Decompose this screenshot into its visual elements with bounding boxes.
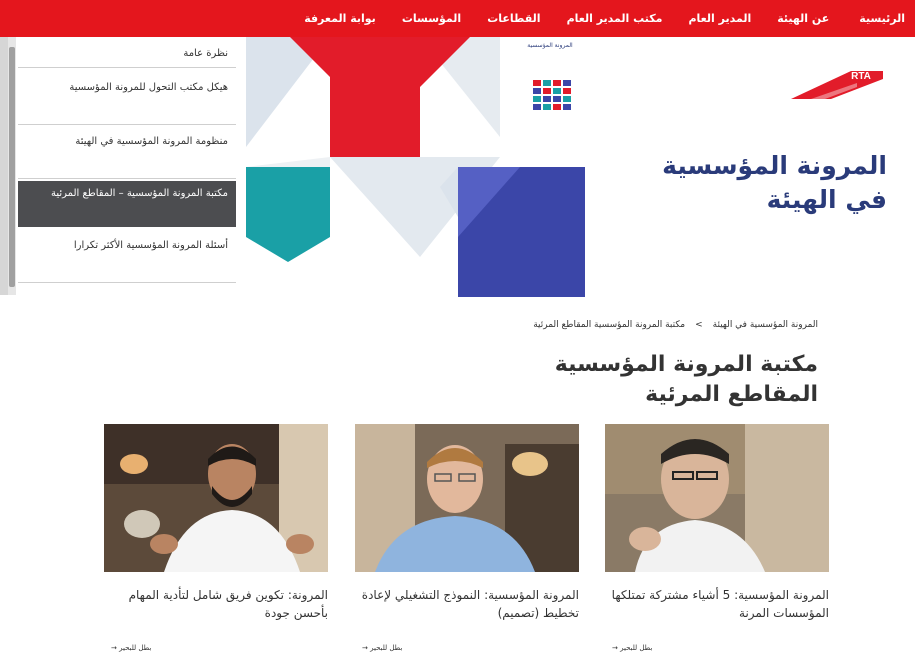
nav-knowledge-portal[interactable]: بوابة المعرفة: [304, 12, 376, 25]
side-menu-scrollbar[interactable]: [8, 37, 16, 295]
top-navigation: الرئيسية عن الهيئة المدير العام مكتب الم…: [0, 0, 915, 37]
page-title: مكتبة المرونة المؤسسية المقاطع المرئية: [554, 352, 818, 407]
side-menu: نظرة عامة هيكل مكتب التحول للمرونة المؤس…: [0, 37, 246, 295]
video-thumbnail[interactable]: [605, 424, 829, 572]
side-menu-item-overview[interactable]: نظرة عامة: [18, 41, 236, 68]
side-menu-item-office-structure[interactable]: هيكل مكتب التحول للمرونة المؤسسية: [18, 75, 236, 125]
video-thumbnail-image: [605, 424, 829, 572]
video-card-title[interactable]: المرونة المؤسسية: 5 أشياء مشتركة تمتلكها…: [605, 586, 829, 624]
nav-home[interactable]: الرئيسية: [859, 12, 905, 25]
side-menu-item-video-library[interactable]: مكتبة المرونة المؤسسية – المقاطع المرئية: [18, 181, 236, 227]
side-menu-item-system[interactable]: منظومة المرونة المؤسسية في الهيئة: [18, 129, 236, 179]
nav-director-general[interactable]: المدير العام: [688, 12, 751, 25]
video-card[interactable]: المرونة: تكوين فريق شامل لتأدية المهام ب…: [104, 424, 328, 624]
video-thumbnail[interactable]: [355, 424, 579, 572]
video-card[interactable]: المرونة المؤسسية: النموذج التشغيلي لإعاد…: [355, 424, 579, 624]
video-card-link[interactable]: بطل للبحير →: [111, 644, 151, 652]
video-thumbnail-image: [355, 424, 579, 572]
breadcrumb-separator: >: [695, 320, 703, 330]
video-card-link[interactable]: بطل للبحير →: [612, 644, 652, 652]
breadcrumb-link-resilience[interactable]: المرونة المؤسسية في الهيئة: [713, 320, 818, 330]
hero-title: المرونة المؤسسية في الهيئة: [662, 151, 887, 214]
nav-sectors[interactable]: القطاعات: [487, 12, 540, 25]
breadcrumb: المرونة المؤسسية في الهيئة > مكتبة المرو…: [533, 320, 818, 330]
rta-logo: RTA: [791, 71, 883, 99]
video-card-title[interactable]: المرونة المؤسسية: النموذج التشغيلي لإعاد…: [355, 586, 579, 624]
nav-dg-office[interactable]: مكتب المدير العام: [567, 12, 663, 25]
nav-about[interactable]: عن الهيئة: [777, 12, 829, 25]
rta-logo-text: RTA: [851, 71, 871, 82]
side-menu-item-faq[interactable]: أسئلة المرونة المؤسسية الأكثر تكرارا: [18, 233, 236, 283]
video-thumbnail-image: [104, 424, 328, 572]
resilience-badge: المرونة المؤسسية: [520, 42, 580, 122]
video-card-link[interactable]: بطل للبحير →: [362, 644, 402, 652]
breadcrumb-current: مكتبة المرونة المؤسسية المقاطع المرئية: [533, 320, 686, 330]
badge-label: المرونة المؤسسية: [527, 42, 573, 49]
scrollbar-thumb[interactable]: [9, 47, 15, 287]
video-card[interactable]: المرونة المؤسسية: 5 أشياء مشتركة تمتلكها…: [605, 424, 829, 624]
nav-agencies[interactable]: المؤسسات: [402, 12, 461, 25]
video-thumbnail[interactable]: [104, 424, 328, 572]
video-card-title[interactable]: المرونة: تكوين فريق شامل لتأدية المهام ب…: [104, 586, 328, 624]
